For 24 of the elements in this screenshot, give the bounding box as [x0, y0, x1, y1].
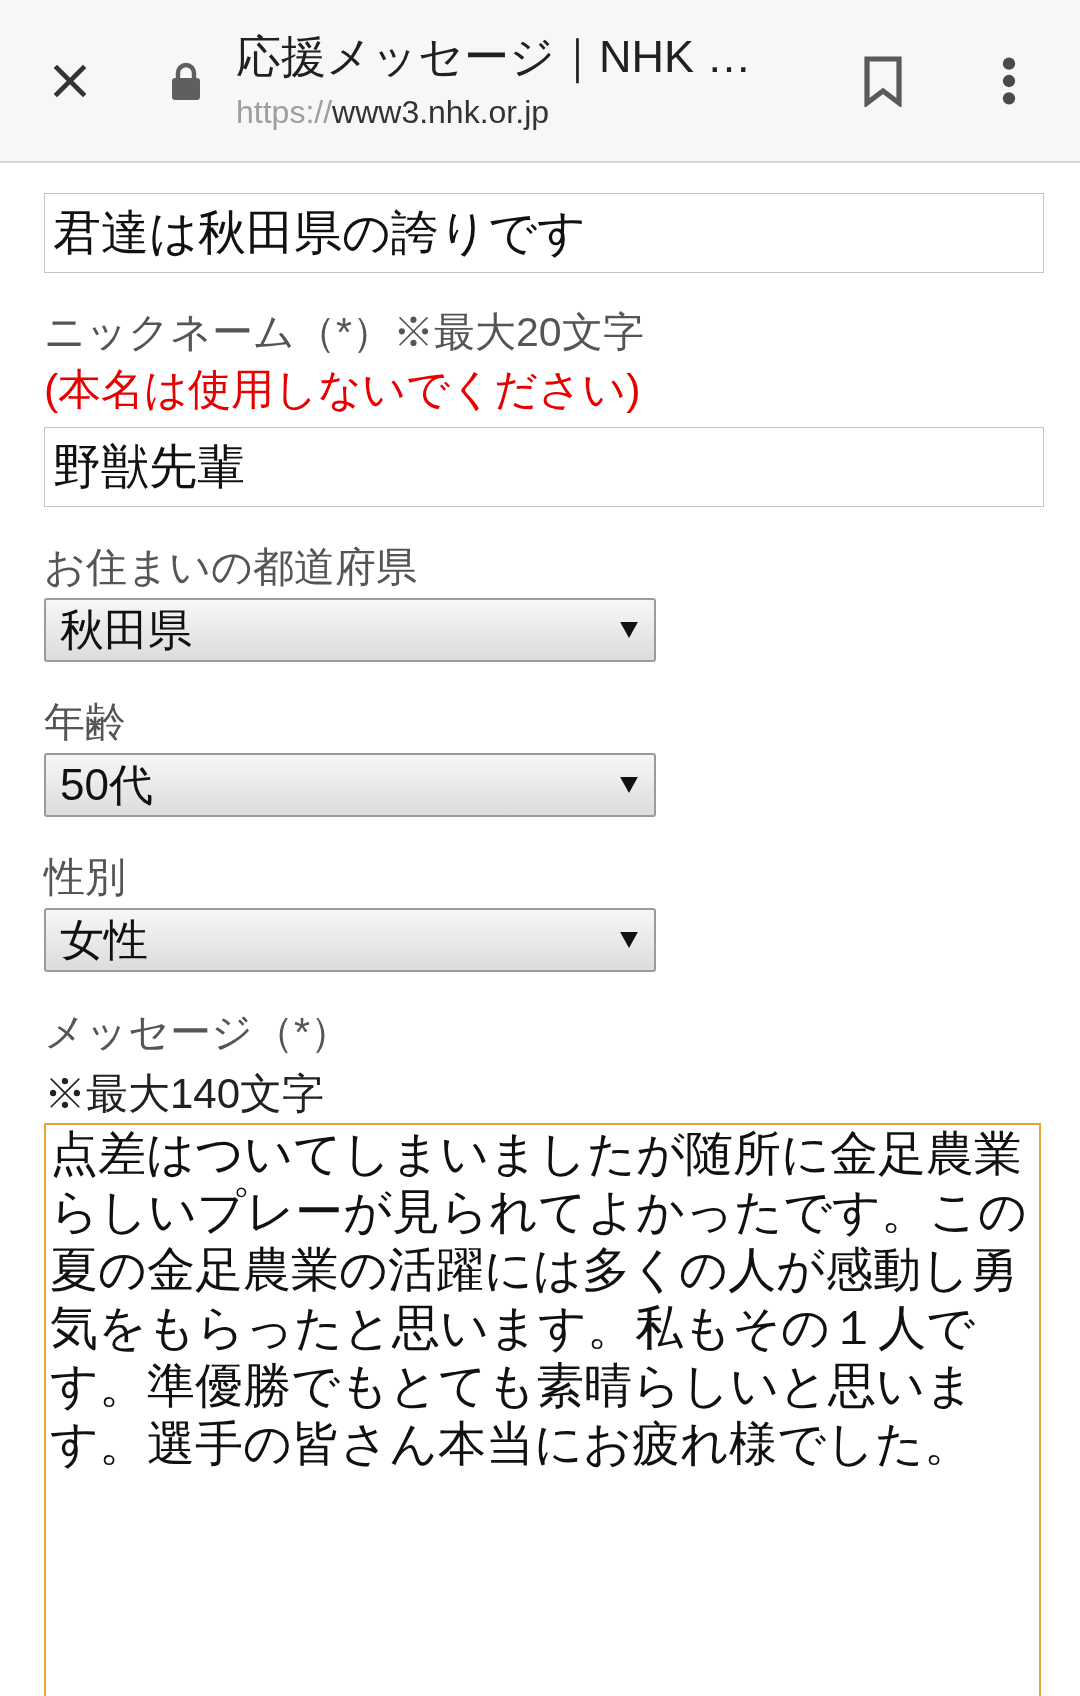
- message-textarea[interactable]: 点差はついてしまいましたが随所に金足農業らしいプレーが見られてよかったです。この夏の金足農業の活躍には多くの人が感動し勇気をもらったと思います。私もその１人です。準優勝でもとても素晴らしいと思います。選手の皆さん本当にお疲れ様でした。: [44, 1123, 1041, 1696]
- warning-note: (本名は使用しないでください): [44, 364, 641, 415]
- lock-icon: [170, 60, 202, 101]
- field-label: ニックネーム（*）※最大20文字: [44, 308, 644, 357]
- dropdown-value: 秋田県: [60, 604, 192, 656]
- text-field[interactable]: 君達は秋田県の誇りです: [44, 193, 1044, 273]
- dropdown[interactable]: 秋田県: [44, 598, 656, 662]
- bookmark-icon[interactable]: [862, 54, 904, 107]
- page-title: 応援メッセージ｜NHK …: [236, 29, 752, 84]
- dropdown-value: 50代: [60, 759, 153, 811]
- field-label: お住まいの都道府県: [44, 543, 417, 592]
- field-label: メッセージ（*）: [44, 1008, 351, 1057]
- caret-icon: [620, 777, 638, 793]
- more-menu-icon[interactable]: [1001, 55, 1017, 106]
- field-label: 年齢: [44, 698, 126, 747]
- dropdown[interactable]: 女性: [44, 908, 656, 972]
- limit-hint: ※最大140文字: [44, 1069, 325, 1119]
- caret-icon: [620, 622, 638, 638]
- text-field[interactable]: 野獣先輩: [44, 427, 1044, 507]
- dropdown[interactable]: 50代: [44, 753, 656, 817]
- url-text: https://www3.nhk.or.jp: [236, 92, 550, 132]
- field-label: 性別: [44, 853, 126, 902]
- dropdown-value: 女性: [60, 914, 148, 966]
- caret-icon: [620, 932, 638, 948]
